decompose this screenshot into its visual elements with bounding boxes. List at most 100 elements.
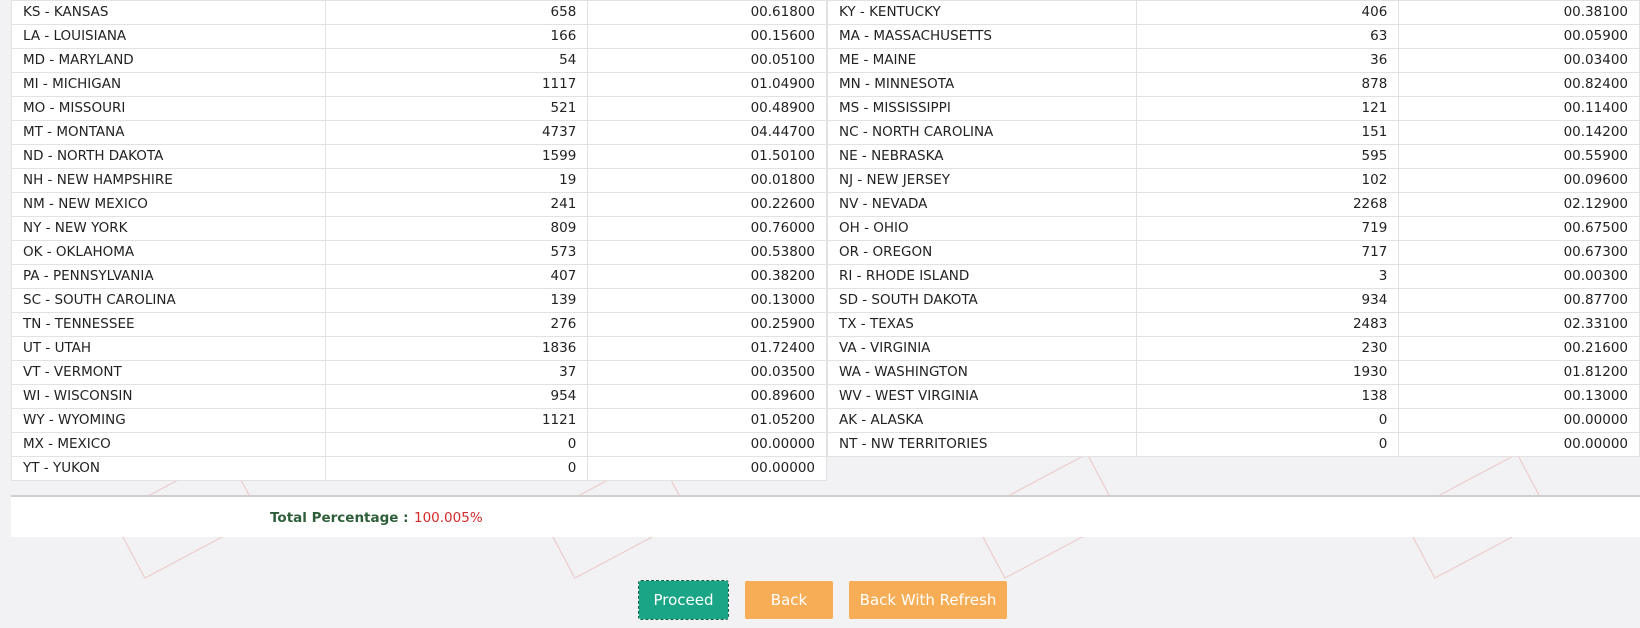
percent-cell: 02.12900 <box>1398 192 1640 217</box>
count-cell: 1121 <box>324 408 589 433</box>
percent-cell: 00.00000 <box>587 456 827 481</box>
percent-cell: 00.05100 <box>587 48 827 73</box>
table-row: MS - MISSISSIPPI 121 00.11400 <box>827 96 1640 121</box>
state-cell: OK - OKLAHOMA <box>11 240 326 265</box>
percent-cell: 01.04900 <box>587 72 827 97</box>
percent-cell: 04.44700 <box>587 120 827 145</box>
state-cell: MN - MINNESOTA <box>827 72 1137 97</box>
state-cell: WA - WASHINGTON <box>827 360 1137 385</box>
state-cell: MO - MISSOURI <box>11 96 326 121</box>
percent-cell: 00.76000 <box>587 216 827 241</box>
state-cell: VA - VIRGINIA <box>827 336 1137 361</box>
count-cell: 0 <box>1135 408 1400 433</box>
table-row: VT - VERMONT 37 00.03500 <box>11 360 827 385</box>
table-row: SC - SOUTH CAROLINA 139 00.13000 <box>11 288 827 313</box>
state-cell: NC - NORTH CAROLINA <box>827 120 1137 145</box>
count-cell: 0 <box>324 432 589 457</box>
back-button[interactable]: Back <box>745 581 833 619</box>
left-state-table: KS - KANSAS 658 00.61800 LA - LOUISIANA 166 0… <box>11 0 827 481</box>
table-row: ME - MAINE 36 00.03400 <box>827 48 1640 73</box>
percent-cell: 01.50100 <box>587 144 827 169</box>
table-row: MT - MONTANA 4737 04.44700 <box>11 120 827 145</box>
count-cell: 2483 <box>1135 312 1400 337</box>
table-row: AK - ALASKA 0 00.00000 <box>827 408 1640 433</box>
percent-cell: 00.38100 <box>1398 0 1640 25</box>
table-row: MA - MASSACHUSETTS 63 00.05900 <box>827 24 1640 49</box>
state-cell: LA - LOUISIANA <box>11 24 326 49</box>
percent-cell: 00.67500 <box>1398 216 1640 241</box>
back-with-refresh-button[interactable]: Back With Refresh <box>849 581 1007 619</box>
percent-cell: 00.21600 <box>1398 336 1640 361</box>
state-cell: NM - NEW MEXICO <box>11 192 326 217</box>
state-cell: VT - VERMONT <box>11 360 326 385</box>
state-cell: ND - NORTH DAKOTA <box>11 144 326 169</box>
percent-cell: 00.05900 <box>1398 24 1640 49</box>
table-row: WV - WEST VIRGINIA 138 00.13000 <box>827 384 1640 409</box>
count-cell: 1930 <box>1135 360 1400 385</box>
table-row: NV - NEVADA 2268 02.12900 <box>827 192 1640 217</box>
state-cell: TN - TENNESSEE <box>11 312 326 337</box>
percent-cell: 00.15600 <box>587 24 827 49</box>
count-cell: 0 <box>1135 432 1400 457</box>
count-cell: 521 <box>324 96 589 121</box>
table-row: KS - KANSAS 658 00.61800 <box>11 0 827 25</box>
state-cell: NV - NEVADA <box>827 192 1137 217</box>
percent-cell: 00.14200 <box>1398 120 1640 145</box>
percent-cell: 00.22600 <box>587 192 827 217</box>
state-cell: WV - WEST VIRGINIA <box>827 384 1137 409</box>
count-cell: 3 <box>1135 264 1400 289</box>
percent-cell: 00.00300 <box>1398 264 1640 289</box>
proceed-button[interactable]: Proceed <box>638 580 729 620</box>
count-cell: 1117 <box>324 72 589 97</box>
percent-cell: 00.25900 <box>587 312 827 337</box>
state-percentage-tables: KS - KANSAS 658 00.61800 LA - LOUISIANA 166 0… <box>11 0 1640 488</box>
percent-cell: 00.03500 <box>587 360 827 385</box>
count-cell: 1599 <box>324 144 589 169</box>
total-percentage-value: 100.005% <box>414 510 483 526</box>
count-cell: 658 <box>324 0 589 25</box>
percent-cell: 00.13000 <box>587 288 827 313</box>
count-cell: 139 <box>324 288 589 313</box>
count-cell: 1836 <box>324 336 589 361</box>
state-cell: SD - SOUTH DAKOTA <box>827 288 1137 313</box>
table-row: MX - MEXICO 0 00.00000 <box>11 432 827 457</box>
table-row: WI - WISCONSIN 954 00.89600 <box>11 384 827 409</box>
state-cell: WI - WISCONSIN <box>11 384 326 409</box>
state-cell: RI - RHODE ISLAND <box>827 264 1137 289</box>
percent-cell: 00.00000 <box>1398 432 1640 457</box>
count-cell: 151 <box>1135 120 1400 145</box>
state-cell: NT - NW TERRITORIES <box>827 432 1137 457</box>
table-row: NY - NEW YORK 809 00.76000 <box>11 216 827 241</box>
count-cell: 954 <box>324 384 589 409</box>
table-row: NH - NEW HAMPSHIRE 19 00.01800 <box>11 168 827 193</box>
count-cell: 230 <box>1135 336 1400 361</box>
count-cell: 54 <box>324 48 589 73</box>
table-row: TX - TEXAS 2483 02.33100 <box>827 312 1640 337</box>
table-row: YT - YUKON 0 00.00000 <box>11 456 827 481</box>
count-cell: 717 <box>1135 240 1400 265</box>
table-row: MN - MINNESOTA 878 00.82400 <box>827 72 1640 97</box>
percent-cell: 00.38200 <box>587 264 827 289</box>
table-row: OK - OKLAHOMA 573 00.53800 <box>11 240 827 265</box>
percent-cell: 00.13000 <box>1398 384 1640 409</box>
count-cell: 19 <box>324 168 589 193</box>
table-row: VA - VIRGINIA 230 00.21600 <box>827 336 1640 361</box>
count-cell: 406 <box>1135 0 1400 25</box>
table-row: KY - KENTUCKY 406 00.38100 <box>827 0 1640 25</box>
right-state-table: KY - KENTUCKY 406 00.38100 MA - MASSACHUSET… <box>827 0 1640 457</box>
state-cell: NE - NEBRASKA <box>827 144 1137 169</box>
table-row: UT - UTAH 1836 01.72400 <box>11 336 827 361</box>
state-cell: MA - MASSACHUSETTS <box>827 24 1137 49</box>
table-row: LA - LOUISIANA 166 00.15600 <box>11 24 827 49</box>
table-row: SD - SOUTH DAKOTA 934 00.87700 <box>827 288 1640 313</box>
percent-cell: 02.33100 <box>1398 312 1640 337</box>
state-cell: PA - PENNSYLVANIA <box>11 264 326 289</box>
table-row: OH - OHIO 719 00.67500 <box>827 216 1640 241</box>
percent-cell: 00.03400 <box>1398 48 1640 73</box>
table-row: NE - NEBRASKA 595 00.55900 <box>827 144 1640 169</box>
count-cell: 276 <box>324 312 589 337</box>
state-cell: SC - SOUTH CAROLINA <box>11 288 326 313</box>
percent-cell: 00.55900 <box>1398 144 1640 169</box>
percent-cell: 00.00000 <box>587 432 827 457</box>
percent-cell: 00.01800 <box>587 168 827 193</box>
